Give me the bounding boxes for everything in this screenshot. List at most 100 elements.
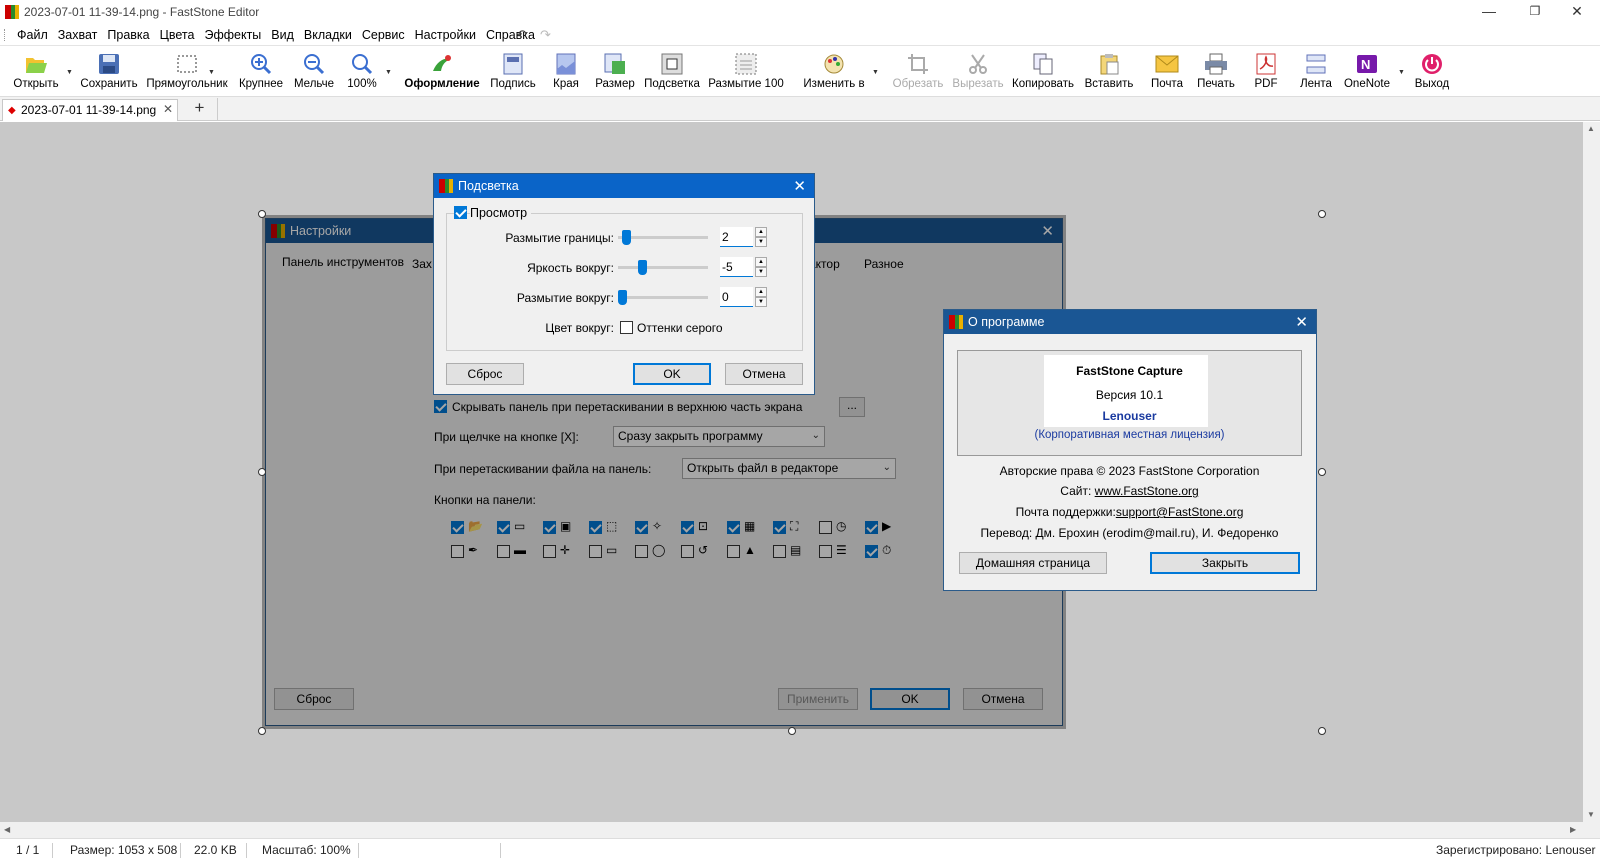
menu-item[interactable]: Справка [481,28,540,42]
undo-icon[interactable]: ↶ [516,27,527,43]
decorate-icon [429,51,455,77]
version-label: Версия 10.1 [1095,388,1164,402]
menu-item[interactable]: Правка [102,28,154,42]
file-size: 22.0 KB [194,843,237,857]
tab-image[interactable]: ◆ 2023-07-01 11-39-14.png ✕ [2,99,178,121]
close-icon[interactable]: ✕ [793,177,806,195]
rect-dropdown-icon[interactable]: ▼ [208,69,215,76]
image-canvas[interactable]: Настройки ✕ Панель инструментов Зах дакт… [0,122,1583,822]
resize-handle[interactable] [1318,468,1326,476]
product-name: FastStone Capture [1076,364,1183,378]
tab-close-icon[interactable]: ✕ [163,102,173,116]
scroll-left-icon[interactable]: ◀ [4,825,10,834]
menu-item[interactable]: Цвета [155,28,200,42]
blur-around-stepper[interactable]: 0 ▲ ▼ [720,287,768,307]
close-button[interactable]: ✕ [1554,0,1600,24]
change-dropdown-icon[interactable]: ▼ [872,69,879,76]
print-button[interactable]: Печать [1194,51,1238,95]
site-link[interactable]: www.FastStone.org [1095,484,1199,498]
edges-button[interactable]: Края [548,51,584,95]
edge-blur-stepper[interactable]: 2 ▲ ▼ [720,227,768,247]
blur-button[interactable]: Размытие 100 [706,51,786,95]
menu-item[interactable]: Сервис [357,28,410,42]
resize-handle[interactable] [258,210,266,218]
redo-icon[interactable]: ↷ [540,27,551,43]
resize-handle[interactable] [1318,210,1326,218]
window-title: 2023-07-01 11-39-14.png - FastStone Edit… [24,5,260,19]
blur-icon [733,51,759,77]
paste-button[interactable]: Вставить [1084,51,1134,95]
ok-button[interactable]: OK [633,363,711,385]
grayscale-checkbox[interactable] [620,321,633,334]
zoom-out-button[interactable]: Мельче [290,51,338,95]
close-icon[interactable]: ✕ [1295,313,1308,331]
menu-item[interactable]: Вид [266,28,299,42]
mail-button[interactable]: Почта [1148,51,1186,95]
caption-button[interactable]: Подпись [488,51,538,95]
open-dropdown-icon[interactable]: ▼ [66,69,73,76]
spotlight-label: Подсветка [644,78,700,90]
spotlight-button[interactable]: Подсветка [644,51,700,95]
menu-item[interactable]: Вкладки [299,28,357,42]
rectangle-select-button[interactable]: Прямоугольник [146,51,228,95]
home-page-button[interactable]: Домашняя страница [959,552,1107,574]
resize-handle[interactable] [258,727,266,735]
save-button[interactable]: Сохранить [78,51,140,95]
zoom-dropdown-icon[interactable]: ▼ [385,69,392,76]
onenote-dropdown-icon[interactable]: ▼ [1398,69,1405,76]
blur-around-slider[interactable] [618,288,708,308]
resize-handle[interactable] [788,727,796,735]
close-about-button[interactable]: Закрыть [1150,552,1300,574]
copy-button[interactable]: Копировать [1010,51,1076,95]
blur-around-label: Размытие вокруг: [516,291,614,305]
minimize-button[interactable]: — [1466,0,1512,24]
edges-icon [553,51,579,77]
rect-label: Прямоугольник [146,78,228,90]
cut-button[interactable]: Вырезать [952,51,1004,95]
vertical-scrollbar[interactable]: ▲ ▼ [1583,122,1600,822]
license-type: (Корпоративная местная лицензия) [1034,429,1225,441]
edge-blur-slider[interactable] [618,228,708,248]
resize-handle[interactable] [258,468,266,476]
scroll-right-icon[interactable]: ▶ [1570,825,1576,834]
spin-up-icon: ▲ [755,287,767,297]
decorate-button[interactable]: Оформление [404,51,480,95]
restore-button[interactable]: ❐ [1512,0,1558,24]
zoom-100-button[interactable]: 100% [342,51,382,95]
menu-grip [4,29,7,41]
support-mail-link[interactable]: support@FastStone.org [1116,505,1244,519]
menu-item[interactable]: Файл [12,28,53,42]
new-tab-button[interactable]: + [182,98,218,120]
crop-button[interactable]: Обрезать [890,51,946,95]
brightness-slider[interactable] [618,258,708,278]
scroll-up-icon[interactable]: ▲ [1587,124,1595,133]
change-in-button[interactable]: Изменить в [802,51,866,95]
menu-item[interactable]: Захват [53,28,103,42]
preview-checkbox[interactable] [454,206,467,219]
resize-button[interactable]: Размер [594,51,636,95]
open-button[interactable]: Открыть [10,51,62,95]
reset-button[interactable]: Сброс [446,363,524,385]
pdf-icon [1253,51,1279,77]
modified-dot-icon: ◆ [8,105,16,116]
brightness-stepper[interactable]: -5 ▲ ▼ [720,257,768,277]
pdf-button[interactable]: PDF [1252,51,1280,95]
menu-item[interactable]: Настройки [410,28,481,42]
onenote-button[interactable]: N OneNote [1340,51,1394,95]
zoom-level: Масштаб: 100% [262,843,351,857]
resize-handle[interactable] [1318,727,1326,735]
exit-button[interactable]: Выход [1412,51,1452,95]
edges-label: Края [553,78,579,90]
svg-text:N: N [1361,57,1370,72]
scroll-corner [1583,822,1600,838]
scroll-down-icon[interactable]: ▼ [1587,810,1595,819]
zoom-100-label: 100% [347,78,377,90]
copy-label: Копировать [1012,78,1074,90]
tape-button[interactable]: Лента [1296,51,1336,95]
horizontal-scrollbar[interactable]: ◀ ▶ [0,822,1583,838]
about-titlebar: О программе ✕ [944,310,1316,334]
zoom-in-button[interactable]: Крупнее [236,51,286,95]
caption-label: Подпись [490,78,536,90]
cancel-button[interactable]: Отмена [725,363,803,385]
menu-item[interactable]: Эффекты [199,28,266,42]
